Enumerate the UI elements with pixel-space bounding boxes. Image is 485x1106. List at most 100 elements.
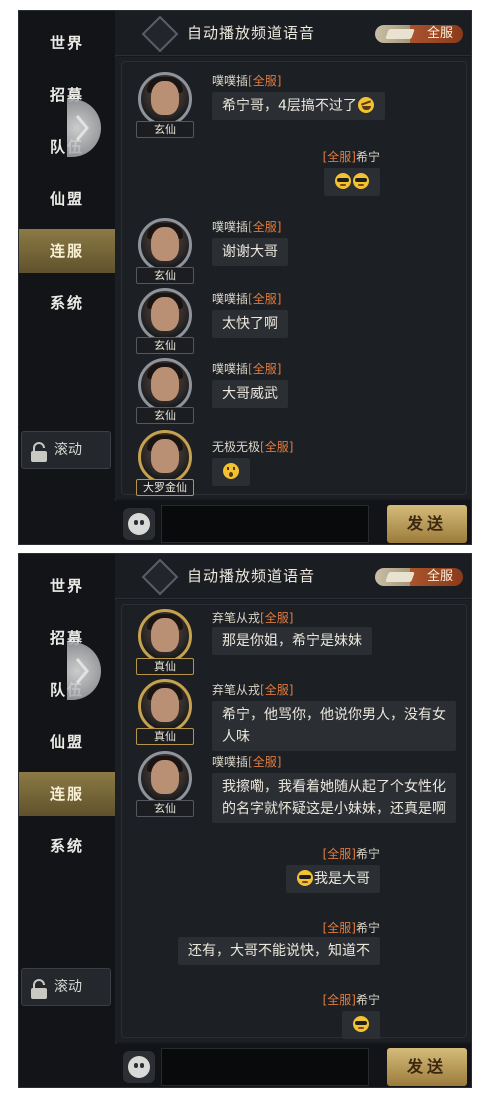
rank-tag: 真仙 (136, 728, 194, 745)
server-tag: [全服] (260, 440, 294, 454)
message-bubble: 希宁，他骂你，他说你男人，没有女人味 (212, 701, 456, 751)
server-tag: [全服] (322, 150, 356, 164)
chat-area[interactable]: 玄仙噗噗插[全服]希宁哥，4层搞不过了金仙[全服]希宁玄仙噗噗插[全服]谢谢大哥… (115, 57, 471, 499)
sidebar-item[interactable]: 系统 (19, 281, 115, 325)
player-avatar[interactable]: 玄仙 (134, 751, 196, 817)
player-avatar[interactable]: 玄仙 (134, 358, 196, 424)
player-avatar[interactable]: 玄仙 (134, 218, 196, 284)
toggle-knob[interactable] (385, 29, 415, 39)
sidebar-item[interactable]: 连服 (19, 772, 115, 816)
sender-name[interactable]: [全服]希宁 (323, 991, 380, 1008)
message-bubble: 还有，大哥不能说快，知道不 (178, 937, 380, 965)
input-bar: 发送 (115, 1044, 471, 1087)
sender-name[interactable]: 无极无极[全服] (212, 438, 293, 455)
message-bubble: 谢谢大哥 (212, 238, 288, 266)
avatar-face (151, 688, 179, 722)
server-toggle[interactable]: 全服 (375, 568, 463, 586)
lol-emoji-icon (357, 97, 374, 113)
sidebar-item[interactable]: 仙盟 (19, 720, 115, 764)
message-text: 那是你姐，希宁是妹妹 (222, 633, 362, 649)
server-tag: [全服] (322, 921, 356, 935)
player-avatar[interactable]: 真仙 (134, 609, 196, 675)
wow-emoji-icon (223, 463, 239, 479)
auto-voice-title: 自动播放频道语音 (187, 24, 316, 42)
cool-emoji-icon (353, 173, 369, 189)
cool-emoji-icon (353, 1016, 369, 1032)
send-button[interactable]: 发送 (387, 1048, 467, 1086)
player-avatar[interactable]: 玄仙 (134, 72, 196, 138)
sender-name-text: 希宁 (355, 921, 380, 935)
server-tag: [全服] (248, 362, 282, 376)
sender-name-text: 噗噗插 (212, 220, 249, 234)
message-bubble: 大哥威武 (212, 380, 288, 408)
sender-name[interactable]: 噗噗插[全服] (212, 290, 281, 307)
server-tag: [全服] (260, 683, 294, 697)
rank-tag: 大罗金仙 (136, 479, 194, 496)
emoji-button[interactable] (123, 1051, 155, 1083)
sender-name[interactable]: 弃笔从戎[全服] (212, 681, 293, 698)
message-text: 我擦嘞，我看着她随从起了个女性化的名字就怀疑这是小妹妹，还真是啊 (222, 779, 446, 817)
sidebar-item[interactable]: 世界 (19, 21, 115, 65)
toggle-label: 全服 (426, 569, 453, 584)
sender-name-text: 弃笔从戎 (212, 683, 261, 697)
sender-name[interactable]: 噗噗插[全服] (212, 72, 281, 89)
toggle-label: 全服 (426, 26, 453, 41)
send-button[interactable]: 发送 (387, 505, 467, 543)
sender-name-text: 噗噗插 (212, 755, 249, 769)
message-input[interactable] (161, 505, 369, 543)
scroll-lock-button[interactable]: 滚动 (21, 968, 111, 1006)
diamond-icon (141, 15, 179, 53)
message-text: 希宁哥，4层搞不过了 (222, 98, 357, 114)
avatar-face (151, 439, 179, 473)
cool-emoji-icon (297, 870, 313, 886)
avatar-face (151, 297, 179, 331)
server-tag: [全服] (322, 847, 356, 861)
sender-name[interactable]: 噗噗插[全服] (212, 360, 281, 377)
rank-tag: 玄仙 (136, 407, 194, 424)
sender-name[interactable]: 噗噗插[全服] (212, 753, 281, 770)
message-bubble: 希宁哥，4层搞不过了 (212, 92, 385, 120)
message-bubble: 那是你姐，希宁是妹妹 (212, 627, 372, 655)
sender-name-text: 弃笔从戎 (212, 611, 261, 625)
chat-area[interactable]: 真仙 弃笔从戎[全服] 那是你姐，希宁是妹妹 真仙 弃笔从戎[全服] 希宁，他骂你，他说你… (115, 600, 471, 1042)
message-text: 还有，大哥不能说快，知道不 (188, 943, 370, 959)
toggle-knob[interactable] (385, 572, 415, 582)
sender-name[interactable]: [全服]希宁 (323, 845, 380, 862)
message-input[interactable] (161, 1048, 369, 1086)
server-toggle[interactable]: 全服 (375, 25, 463, 43)
sender-name[interactable]: [全服]希宁 (323, 148, 380, 165)
sidebar-item[interactable]: 世界 (19, 564, 115, 608)
sender-name[interactable]: 弃笔从戎[全服] (212, 609, 293, 626)
sender-name-text: 希宁 (355, 993, 380, 1007)
message-text: 大哥威武 (222, 386, 278, 402)
avatar-face (151, 81, 179, 115)
sender-name[interactable]: 噗噗插[全服] (212, 218, 281, 235)
sender-name[interactable]: [全服]希宁 (323, 919, 380, 936)
player-avatar[interactable]: 真仙 (134, 679, 196, 745)
scroll-lock-label: 滚动 (54, 442, 82, 458)
message-text: 希宁，他骂你，他说你男人，没有女人味 (222, 707, 446, 745)
emoji-button[interactable] (123, 508, 155, 540)
smiley-icon (128, 513, 150, 535)
sidebar-item[interactable]: 仙盟 (19, 177, 115, 221)
scroll-lock-label: 滚动 (54, 979, 82, 995)
player-avatar[interactable]: 大罗金仙 (134, 430, 196, 496)
server-tag: [全服] (248, 74, 282, 88)
server-tag: [全服] (260, 611, 294, 625)
chat-list: 真仙 弃笔从戎[全服] 那是你姐，希宁是妹妹 真仙 弃笔从戎[全服] 希宁，他骂你，他说你… (121, 604, 467, 1039)
sender-name-text: 噗噗插 (212, 292, 249, 306)
scroll-lock-button[interactable]: 滚动 (21, 431, 111, 469)
sender-name-text: 希宁 (355, 847, 380, 861)
sender-name-text: 噗噗插 (212, 74, 249, 88)
chat-list: 玄仙噗噗插[全服]希宁哥，4层搞不过了金仙[全服]希宁玄仙噗噗插[全服]谢谢大哥… (121, 61, 467, 496)
sidebar-item[interactable]: 系统 (19, 824, 115, 868)
sidebar-item[interactable]: 连服 (19, 229, 115, 273)
avatar-face (151, 618, 179, 652)
cool-emoji-icon (335, 173, 351, 189)
sidebar: 世界招募队伍仙盟连服系统滚动 (19, 11, 116, 544)
sender-name-text: 希宁 (355, 150, 380, 164)
rank-tag: 玄仙 (136, 267, 194, 284)
rank-tag: 真仙 (136, 658, 194, 675)
unlock-icon (30, 440, 48, 462)
player-avatar[interactable]: 玄仙 (134, 288, 196, 354)
